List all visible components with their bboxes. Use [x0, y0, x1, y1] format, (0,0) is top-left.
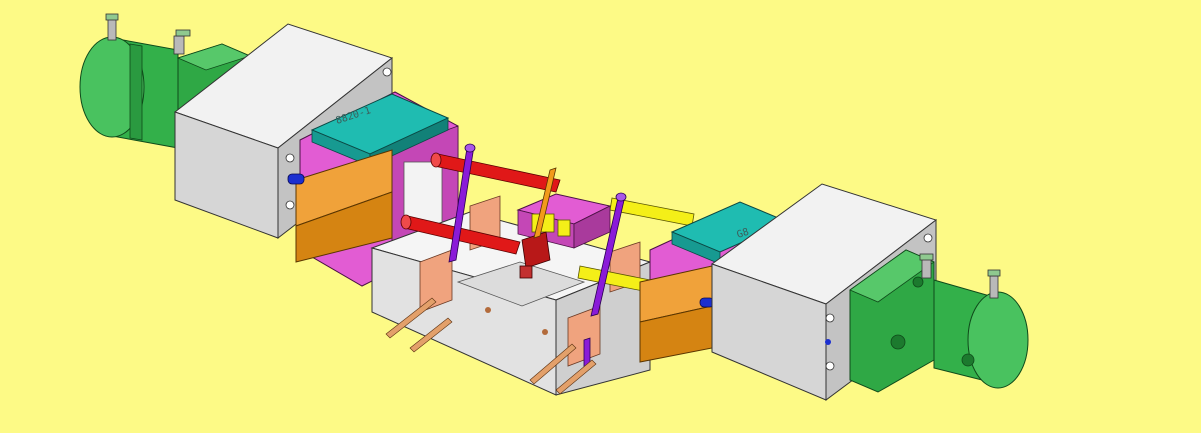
right-orange-slide [639, 265, 715, 363]
right-fitting-1 [921, 257, 932, 279]
cad-viewport[interactable]: 8820-1 G8 [0, 0, 1201, 433]
right-fitting-2 [989, 275, 999, 299]
mold-assembly-drawing: 8820-1 G8 [79, 13, 1029, 401]
left-blue-pin [287, 173, 305, 185]
left-fitting-2 [173, 35, 185, 55]
left-fitting-1 [107, 17, 117, 41]
right-hydraulic-cylinder [849, 249, 1029, 393]
